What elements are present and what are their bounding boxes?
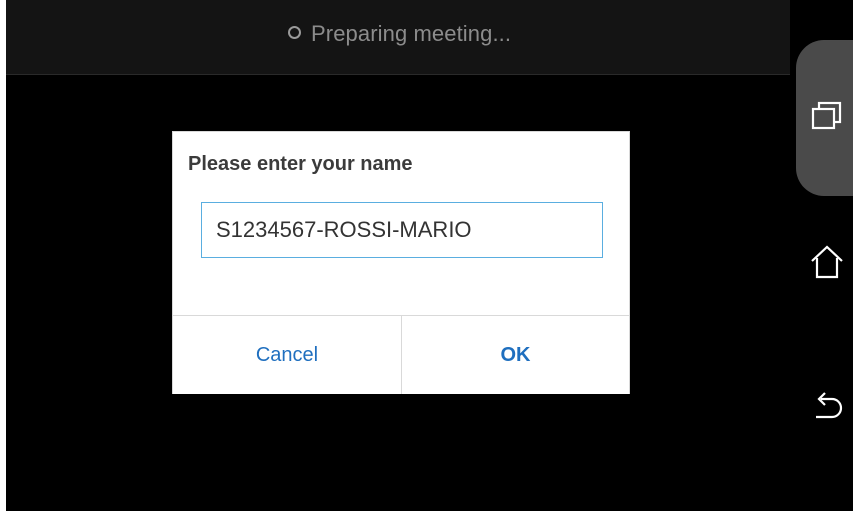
- name-dialog: Please enter your name Cancel OK: [173, 132, 629, 394]
- app-screen: Preparing meeting... Please enter your n…: [6, 0, 853, 511]
- ok-button[interactable]: OK: [401, 316, 629, 394]
- home-icon[interactable]: [810, 244, 844, 280]
- cancel-button[interactable]: Cancel: [173, 316, 401, 394]
- name-input[interactable]: [201, 202, 603, 258]
- recents-icon[interactable]: [810, 100, 844, 132]
- status-header: Preparing meeting...: [6, 0, 796, 75]
- status-text: Preparing meeting...: [311, 21, 512, 46]
- dialog-title: Please enter your name: [188, 153, 413, 175]
- spinner-icon: [288, 26, 301, 39]
- back-icon[interactable]: [812, 390, 844, 424]
- dialog-button-row: Cancel OK: [173, 315, 629, 394]
